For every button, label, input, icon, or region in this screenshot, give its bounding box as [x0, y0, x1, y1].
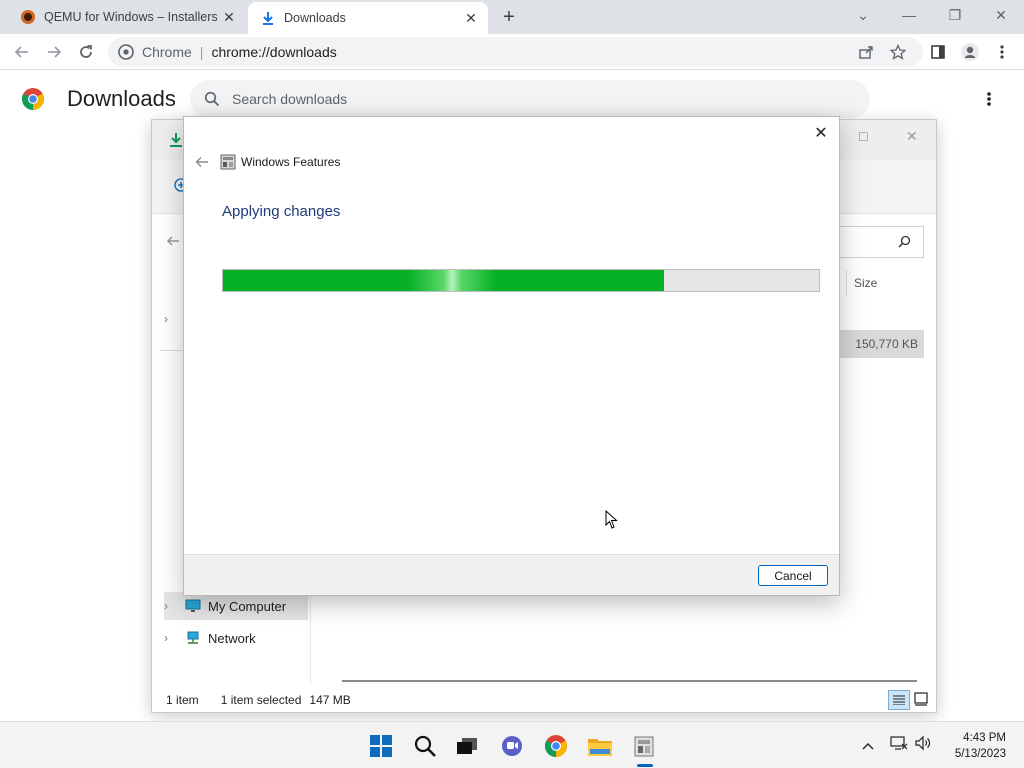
chrome-logo-icon: [21, 87, 45, 116]
progress-bar-fill: [223, 270, 665, 291]
teams-chat-icon[interactable]: [497, 731, 527, 761]
search-icon[interactable]: [410, 731, 440, 761]
close-window-icon[interactable]: ✕: [978, 0, 1024, 30]
large-icons-view-icon[interactable]: [914, 692, 928, 709]
system-clock[interactable]: 4:43 PM 5/13/2023: [955, 730, 1006, 762]
dialog-heading: Applying changes: [222, 203, 341, 220]
chevron-right-icon: ›: [164, 599, 168, 613]
status-size: 147 MB: [309, 693, 351, 707]
windows-start-icon[interactable]: [366, 731, 396, 761]
downloads-menu-icon[interactable]: [986, 91, 992, 112]
dialog-app-title: Windows Features: [241, 155, 341, 169]
clock-date: 5/13/2023: [954, 748, 1006, 760]
site-label: Chrome: [142, 44, 192, 60]
minimize-icon[interactable]: —: [886, 0, 932, 30]
restore-icon[interactable]: ❐: [932, 0, 978, 30]
volume-icon[interactable]: [914, 734, 932, 757]
chrome-icon[interactable]: [541, 731, 571, 761]
taskbar: 4:43 PM 5/13/2023: [0, 721, 1024, 768]
dialog-close-button[interactable]: ✕: [809, 121, 833, 145]
url-text: chrome://downloads: [211, 44, 337, 60]
system-tray: [890, 734, 932, 757]
nav-item-label: Network: [208, 630, 256, 646]
search-downloads-input[interactable]: [232, 91, 812, 107]
chevron-right-icon: ›: [164, 631, 168, 645]
bookmark-star-icon[interactable]: [884, 38, 912, 66]
dialog-footer: Cancel: [184, 554, 839, 595]
nav-item-my-computer[interactable]: › My Computer: [164, 592, 308, 620]
explorer-search-icon: [898, 235, 911, 253]
horizontal-scrollbar[interactable]: [342, 680, 917, 682]
network-icon: [184, 630, 202, 646]
details-view-icon[interactable]: [888, 690, 910, 710]
status-item-count: 1 item: [166, 693, 199, 707]
profile-avatar-icon[interactable]: [956, 38, 984, 66]
nav-pane-divider: [310, 590, 311, 685]
nav-item-label: My Computer: [208, 598, 287, 614]
browser-menu-icon[interactable]: [988, 38, 1016, 66]
tab-downloads[interactable]: Downloads ✕: [248, 2, 488, 34]
chrome-site-icon: [118, 44, 134, 60]
back-icon[interactable]: [8, 38, 36, 66]
windows-features-icon: [220, 154, 236, 170]
page-title: Downloads: [67, 86, 176, 111]
download-folder-icon: [168, 132, 184, 153]
show-hidden-icons-chevron-icon[interactable]: [858, 736, 878, 756]
nav-item-network[interactable]: › Network: [164, 624, 256, 652]
tab-title: Downloads: [284, 11, 346, 25]
close-tab-icon[interactable]: ✕: [460, 7, 482, 29]
reload-icon[interactable]: [72, 38, 100, 66]
omnibox-divider: |: [199, 44, 204, 60]
nav-divider: [160, 350, 182, 351]
nav-expand-chevron-icon[interactable]: ›: [164, 312, 168, 326]
network-status-icon[interactable]: [890, 734, 908, 757]
tab-strip: QEMU for Windows – Installers ( ✕ Downlo…: [0, 0, 1024, 34]
side-panel-icon[interactable]: [924, 38, 952, 66]
task-view-icon[interactable]: [452, 731, 482, 761]
share-icon[interactable]: [852, 38, 880, 66]
address-bar[interactable]: Chrome | chrome://downloads: [108, 37, 923, 67]
tab-title: QEMU for Windows – Installers (: [44, 10, 218, 24]
active-app-indicator: [637, 764, 653, 767]
downloads-search-box[interactable]: [190, 80, 870, 118]
status-selected: 1 item selected: [220, 693, 302, 707]
selected-file-size[interactable]: 150,770 KB: [838, 330, 924, 358]
cancel-button[interactable]: Cancel: [758, 565, 828, 586]
qemu-favicon-icon: [20, 9, 36, 25]
download-icon: [260, 10, 276, 26]
progress-bar: [222, 269, 820, 292]
tab-search-chevron-icon[interactable]: ⌄: [840, 0, 886, 30]
windows-features-dialog: ✕ Windows Features Applying changes Canc…: [183, 116, 840, 596]
clock-time: 4:43 PM: [963, 732, 1006, 744]
new-tab-button[interactable]: +: [498, 6, 520, 28]
explorer-search-box[interactable]: [832, 226, 924, 258]
dialog-back-icon[interactable]: [190, 153, 214, 171]
explorer-status-bar: 1 item 1 item selected 147 MB: [152, 688, 936, 712]
explorer-maximize-icon[interactable]: ☐: [858, 130, 869, 144]
forward-icon[interactable]: [40, 38, 68, 66]
mouse-cursor-icon: [605, 509, 619, 530]
file-explorer-icon[interactable]: [585, 731, 615, 761]
browser-toolbar: Chrome | chrome://downloads: [0, 34, 1024, 70]
explorer-close-icon[interactable]: ✕: [906, 128, 918, 145]
tab-qemu[interactable]: QEMU for Windows – Installers ( ✕: [8, 0, 246, 34]
column-header-size[interactable]: Size: [854, 276, 877, 290]
column-divider: [846, 270, 847, 296]
explorer-back-icon[interactable]: [166, 234, 180, 251]
search-icon: [204, 91, 220, 107]
close-tab-icon[interactable]: ✕: [218, 6, 240, 28]
monitor-icon: [184, 598, 202, 614]
windows-features-icon[interactable]: [629, 731, 659, 761]
